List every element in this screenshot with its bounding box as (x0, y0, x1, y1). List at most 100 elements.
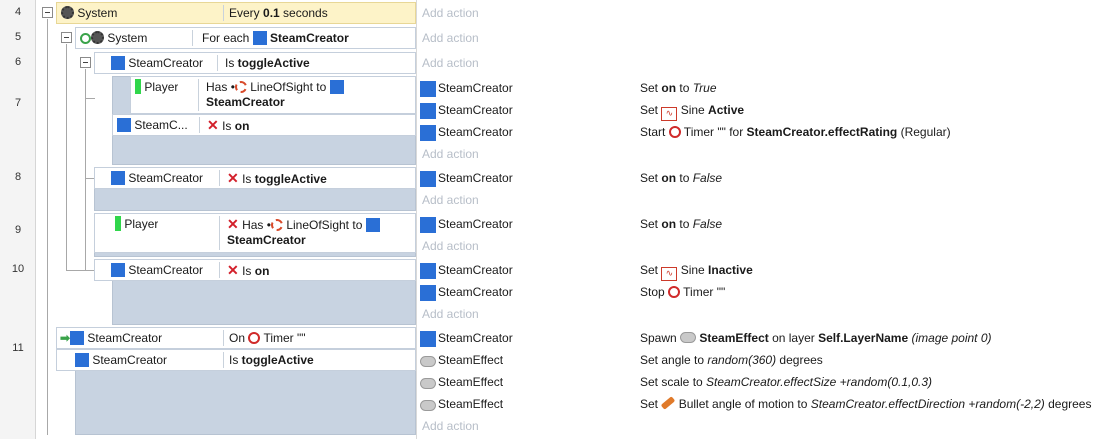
action-row[interactable]: SteamCreator Set ∿ Sine Active (416, 99, 1098, 121)
steamcreator-icon (420, 81, 436, 97)
steamcreator-icon (420, 103, 436, 119)
add-action-link[interactable]: Add action (416, 235, 1098, 257)
line-number: 11 (12, 342, 24, 354)
action-row[interactable]: SteamEffect Set scale to SteamCreator.ef… (416, 371, 1098, 393)
player-icon (115, 216, 121, 231)
action-row[interactable]: SteamCreator Set on to False (416, 167, 1098, 189)
action-object: SteamEffect (438, 375, 504, 389)
action-row[interactable]: SteamCreator Spawn SteamEffect on layer … (416, 327, 1098, 349)
behavior-name: LineOfSight to (250, 80, 327, 94)
condition-object: SteamCreator (128, 263, 204, 277)
condition-no-line-of-sight[interactable]: Player ✕ Has • LineOfSight to SteamCreat… (94, 213, 416, 253)
action-text: Bullet angle of motion to (675, 397, 811, 411)
action-row[interactable]: SteamCreator Set ∿ Sine Inactive (416, 259, 1098, 281)
condition-param: on (234, 119, 250, 133)
action-text: Start (640, 125, 669, 139)
condition-param: toggleActive (241, 353, 314, 367)
condition-param: toggleActive (254, 172, 327, 186)
action-param: False (692, 217, 723, 231)
action-row[interactable]: SteamEffect Set Bullet angle of motion t… (416, 393, 1098, 415)
action-param: Self.LayerName (818, 331, 909, 345)
condition-param: on (254, 264, 270, 278)
add-action-link[interactable]: Add action (416, 27, 1098, 49)
action-text: on layer (768, 331, 819, 345)
condition-object: System (77, 6, 118, 20)
condition-text: Is (225, 56, 238, 70)
action-text: Sine (677, 263, 709, 277)
action-row[interactable]: SteamCreator Set on to True (416, 77, 1098, 99)
add-action-link[interactable]: Add action (416, 52, 1098, 74)
action-row[interactable]: SteamEffect Set angle to random(360) deg… (416, 349, 1098, 371)
steamcreator-icon (420, 263, 436, 279)
steamcreator-icon (329, 80, 344, 94)
tree-line (47, 19, 48, 435)
action-text: Stop (640, 285, 669, 299)
behavior-name: LineOfSight to (286, 218, 363, 232)
action-param: random(360) (707, 353, 777, 367)
condition-param: SteamCreator (206, 95, 285, 109)
action-param: Inactive (708, 263, 753, 277)
steamcreator-icon (420, 285, 436, 301)
condition-is-toggle-active[interactable]: SteamCreator Is toggleActive (56, 349, 416, 371)
steamcreator-icon (420, 171, 436, 187)
add-action-link[interactable]: Add action (416, 143, 1098, 165)
condition-has-line-of-sight[interactable]: Player Has • LineOfSight to SteamCreator (130, 76, 416, 114)
condition-not-on[interactable]: SteamCreator ✕ Is on (94, 259, 416, 281)
steamcreator-icon (420, 217, 436, 233)
condition-text: Timer "" (260, 331, 306, 345)
condition-on-timer[interactable]: ➡ SteamCreator On Timer "" (56, 327, 416, 349)
condition-object: Player (144, 80, 179, 94)
condition-not-toggle-active[interactable]: SteamCreator ✕ Is toggleActive (94, 167, 416, 189)
condition-text: On (229, 331, 249, 345)
timer-icon (668, 126, 681, 138)
condition-every-tick[interactable]: System Every 0.1 seconds (56, 2, 416, 24)
condition-text: Has (206, 80, 231, 94)
add-action-link[interactable]: Add action (416, 303, 1098, 325)
action-param: on (661, 81, 677, 95)
action-text: Set (640, 263, 662, 277)
action-text: Set scale to (640, 375, 707, 389)
condition-text: seconds (279, 6, 328, 20)
invert-icon: ✕ (227, 216, 239, 232)
steamcreator-icon (420, 331, 436, 347)
line-number: 6 (14, 56, 22, 68)
bullet-icon (661, 396, 676, 410)
collapse-toggle[interactable] (61, 32, 72, 43)
condition-object: Player (124, 217, 159, 231)
action-param: SteamCreator.effectRating (746, 125, 898, 139)
add-action-link[interactable]: Add action (416, 2, 1098, 24)
collapse-toggle[interactable] (42, 7, 53, 18)
action-text: Spawn (640, 331, 681, 345)
invert-icon: ✕ (207, 117, 219, 133)
tree-line (85, 69, 86, 271)
condition-text: Every (229, 6, 264, 20)
condition-text: Has (242, 218, 267, 232)
action-object: SteamEffect (438, 397, 504, 411)
condition-param: SteamCreator (227, 233, 306, 247)
condition-is-on[interactable]: SteamC... ✕ Is on (112, 114, 416, 136)
steamcreator-icon (70, 331, 85, 345)
condition-is-toggle-active[interactable]: SteamCreator Is toggleActive (94, 52, 416, 74)
steamcreator-icon (75, 353, 89, 367)
add-action-link[interactable]: Add action (416, 415, 1098, 437)
loop-icon (80, 33, 91, 44)
tree-line (66, 270, 94, 271)
action-param: (image point 0) (911, 331, 992, 345)
add-action-link[interactable]: Add action (416, 189, 1098, 211)
steam-effect-icon (420, 400, 436, 411)
action-text: (Regular) (897, 125, 951, 139)
action-row[interactable]: SteamCreator Start Timer "" for SteamCre… (416, 121, 1098, 143)
action-param: SteamCreator.effectSize +random(0.1,0.3) (706, 375, 933, 389)
timer-icon (668, 286, 681, 298)
action-row[interactable]: SteamCreator Stop Timer "" (416, 281, 1098, 303)
action-object: SteamCreator (438, 81, 513, 95)
condition-for-each[interactable]: System For each SteamCreator (75, 27, 416, 49)
collapse-toggle[interactable] (80, 57, 91, 68)
tree-line (66, 44, 67, 271)
action-param: Active (708, 103, 745, 117)
player-icon (135, 79, 141, 94)
action-object: SteamCreator (438, 171, 513, 185)
condition-param: 0.1 (263, 6, 280, 20)
invert-icon: ✕ (227, 262, 239, 278)
action-row[interactable]: SteamCreator Set on to False (416, 213, 1098, 235)
